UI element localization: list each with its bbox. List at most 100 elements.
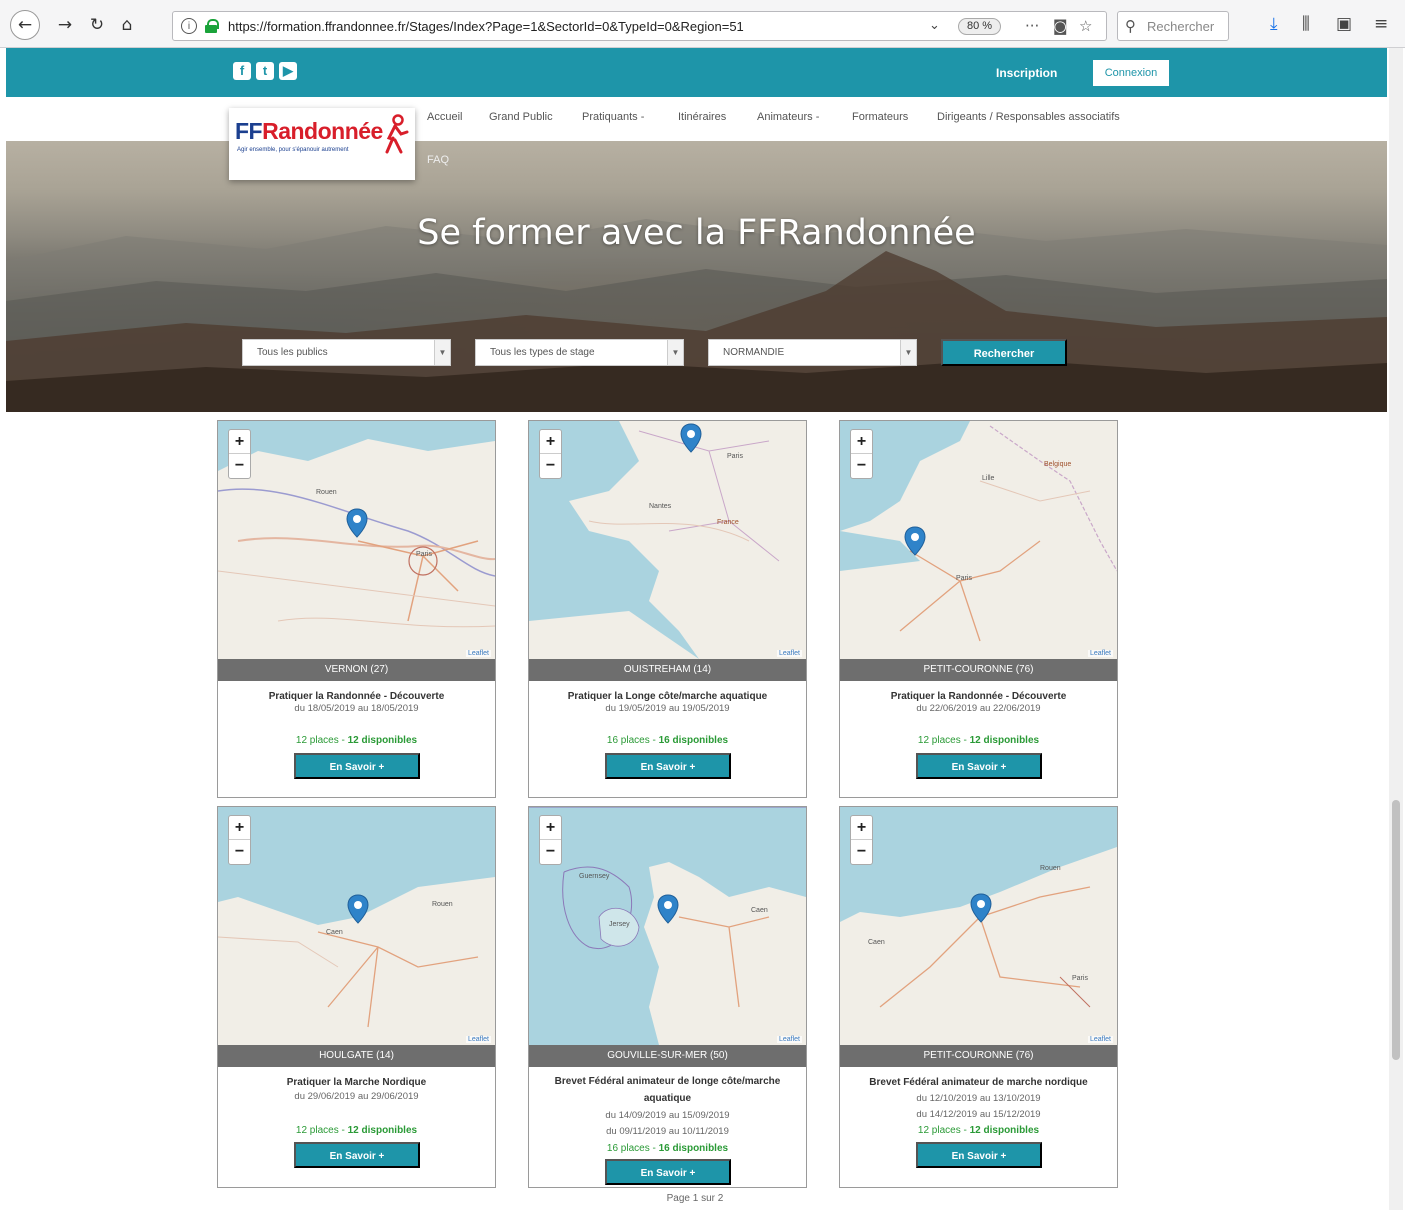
zoom-out-button[interactable]: − bbox=[540, 454, 561, 478]
en-savoir-plus-button[interactable]: En Savoir + bbox=[294, 753, 420, 779]
forward-icon[interactable]: → bbox=[52, 12, 78, 38]
map-marker-icon[interactable] bbox=[657, 894, 679, 924]
stage-map[interactable]: Guernsey Jersey Caen + − Leaflet bbox=[529, 807, 806, 1045]
zoom-out-button[interactable]: − bbox=[851, 454, 872, 478]
connexion-button[interactable]: Connexion bbox=[1093, 60, 1169, 86]
sidebar-icon[interactable]: ▣ bbox=[1336, 14, 1352, 34]
search-icon: ⚲ bbox=[1125, 17, 1136, 35]
stage-map[interactable]: Paris France Nantes + − Leaflet bbox=[529, 421, 806, 659]
stage-location: PETIT-COURONNE (76) bbox=[840, 1045, 1117, 1067]
inscription-link[interactable]: Inscription bbox=[996, 66, 1057, 80]
zoom-in-button[interactable]: + bbox=[851, 430, 872, 454]
map-tiles bbox=[840, 421, 1117, 659]
nav-formateurs[interactable]: Formateurs bbox=[852, 111, 908, 123]
back-icon[interactable]: ← bbox=[10, 10, 40, 40]
nav-pratiquants[interactable]: Pratiquants - bbox=[582, 111, 644, 123]
stage-card: Caen Rouen Paris + − Leaflet PETIT-COURO… bbox=[839, 806, 1118, 1188]
logo-tagline: Agir ensemble, pour s'épanouir autrement bbox=[237, 147, 349, 153]
nav-dirigeants[interactable]: Dirigeants / Responsables associatifs bbox=[937, 111, 1120, 123]
en-savoir-plus-button[interactable]: En Savoir + bbox=[916, 753, 1042, 779]
stage-type-select-value: Tous les types de stage bbox=[490, 347, 595, 358]
region-select[interactable]: NORMANDIE ▼ bbox=[708, 339, 917, 366]
url-bar[interactable]: i https://formation.ffrandonnee.fr/Stage… bbox=[172, 11, 1107, 41]
site-topbar: f t ▶ Inscription Connexion bbox=[6, 48, 1387, 97]
stage-map[interactable]: Paris Lille Belgique + − Leaflet bbox=[840, 421, 1117, 659]
leaflet-attribution[interactable]: Leaflet bbox=[465, 650, 491, 657]
scrollbar-thumb[interactable] bbox=[1392, 800, 1400, 1060]
map-marker-icon[interactable] bbox=[347, 894, 369, 924]
stage-date: du 19/05/2019 au 19/05/2019 bbox=[605, 703, 730, 714]
stage-map[interactable]: Caen Rouen + − Leaflet bbox=[218, 807, 495, 1045]
map-zoom-control: + − bbox=[850, 815, 873, 865]
map-city-label: Caen bbox=[751, 907, 768, 914]
stage-places: 16 places - 16 disponibles bbox=[606, 1143, 729, 1154]
nav-accueil[interactable]: Accueil bbox=[427, 111, 462, 123]
chevron-down-icon: ▼ bbox=[434, 340, 450, 365]
map-city-label: Rouen bbox=[316, 489, 337, 496]
search-placeholder: Rechercher bbox=[1147, 19, 1215, 34]
browser-search-input[interactable]: ⚲ Rechercher bbox=[1117, 11, 1229, 41]
map-zoom-control: + − bbox=[539, 429, 562, 479]
pocket-icon[interactable]: ◙ bbox=[1053, 17, 1068, 35]
en-savoir-plus-button[interactable]: En Savoir + bbox=[605, 1159, 731, 1185]
map-marker-icon[interactable] bbox=[346, 508, 368, 538]
map-city-label: Caen bbox=[868, 939, 885, 946]
zoom-out-button[interactable]: − bbox=[229, 454, 250, 478]
leaflet-attribution[interactable]: Leaflet bbox=[776, 1036, 802, 1043]
zoom-in-button[interactable]: + bbox=[851, 816, 872, 840]
facebook-icon[interactable]: f bbox=[233, 62, 251, 80]
zoom-out-button[interactable]: − bbox=[851, 840, 872, 864]
map-city-label: Rouen bbox=[1040, 865, 1061, 872]
chevron-down-icon[interactable]: ⌄ bbox=[929, 17, 940, 33]
twitter-icon[interactable]: t bbox=[256, 62, 274, 80]
info-icon[interactable]: i bbox=[181, 18, 197, 34]
more-icon[interactable]: ··· bbox=[1025, 17, 1039, 35]
stage-map[interactable]: Rouen Paris + − Leaflet bbox=[218, 421, 495, 659]
zoom-in-button[interactable]: + bbox=[229, 430, 250, 454]
bookmark-star-icon[interactable]: ☆ bbox=[1079, 17, 1092, 35]
zoom-out-button[interactable]: − bbox=[540, 840, 561, 864]
reload-icon[interactable]: ↻ bbox=[84, 12, 110, 38]
map-tiles bbox=[218, 421, 495, 659]
stage-title: Brevet Fédéral animateur de marche nordi… bbox=[869, 1077, 1088, 1088]
nav-animateurs[interactable]: Animateurs - bbox=[757, 111, 819, 123]
map-marker-icon[interactable] bbox=[970, 893, 992, 923]
stage-date: du 14/12/2019 au 15/12/2019 bbox=[916, 1109, 1041, 1120]
zoom-in-button[interactable]: + bbox=[540, 816, 561, 840]
rechercher-button[interactable]: Rechercher bbox=[941, 339, 1067, 366]
zoom-level[interactable]: 80 % bbox=[958, 18, 1002, 35]
en-savoir-plus-button[interactable]: En Savoir + bbox=[916, 1142, 1042, 1168]
map-city-label: Guernsey bbox=[579, 873, 610, 880]
page-title: Se former avec la FFRandonnée bbox=[417, 213, 976, 253]
library-icon[interactable]: ⫼ bbox=[1302, 14, 1310, 34]
ffrandonnee-logo[interactable]: FFRandonnée Agir ensemble, pour s'épanou… bbox=[229, 108, 415, 180]
page-scrollbar[interactable] bbox=[1389, 48, 1403, 1210]
map-city-label: Paris bbox=[1072, 975, 1088, 982]
map-city-label: Lille bbox=[982, 475, 995, 482]
youtube-icon[interactable]: ▶ bbox=[279, 62, 297, 80]
map-tiles bbox=[840, 807, 1117, 1045]
leaflet-attribution[interactable]: Leaflet bbox=[465, 1036, 491, 1043]
home-icon[interactable]: ⌂ bbox=[114, 12, 140, 38]
menu-icon[interactable]: ≡ bbox=[1374, 14, 1388, 34]
url-text[interactable]: https://formation.ffrandonnee.fr/Stages/… bbox=[228, 19, 744, 34]
zoom-in-button[interactable]: + bbox=[540, 430, 561, 454]
zoom-out-button[interactable]: − bbox=[229, 840, 250, 864]
zoom-in-button[interactable]: + bbox=[229, 816, 250, 840]
nav-faq[interactable]: FAQ bbox=[427, 154, 449, 166]
leaflet-attribution[interactable]: Leaflet bbox=[1087, 650, 1113, 657]
nav-grand-public[interactable]: Grand Public bbox=[489, 111, 553, 123]
en-savoir-plus-button[interactable]: En Savoir + bbox=[605, 753, 731, 779]
stage-map[interactable]: Caen Rouen Paris + − Leaflet bbox=[840, 807, 1117, 1045]
leaflet-attribution[interactable]: Leaflet bbox=[776, 650, 802, 657]
map-marker-icon[interactable] bbox=[680, 423, 702, 453]
en-savoir-plus-button[interactable]: En Savoir + bbox=[294, 1142, 420, 1168]
leaflet-attribution[interactable]: Leaflet bbox=[1087, 1036, 1113, 1043]
stage-location: VERNON (27) bbox=[218, 659, 495, 681]
stage-type-select[interactable]: Tous les types de stage ▼ bbox=[475, 339, 684, 366]
stage-date: du 14/09/2019 au 15/09/2019 bbox=[605, 1110, 730, 1121]
public-select[interactable]: Tous les publics ▼ bbox=[242, 339, 451, 366]
download-icon[interactable]: ⤓ bbox=[1270, 14, 1278, 34]
map-marker-icon[interactable] bbox=[904, 526, 926, 556]
nav-itineraires[interactable]: Itinéraires bbox=[678, 111, 726, 123]
